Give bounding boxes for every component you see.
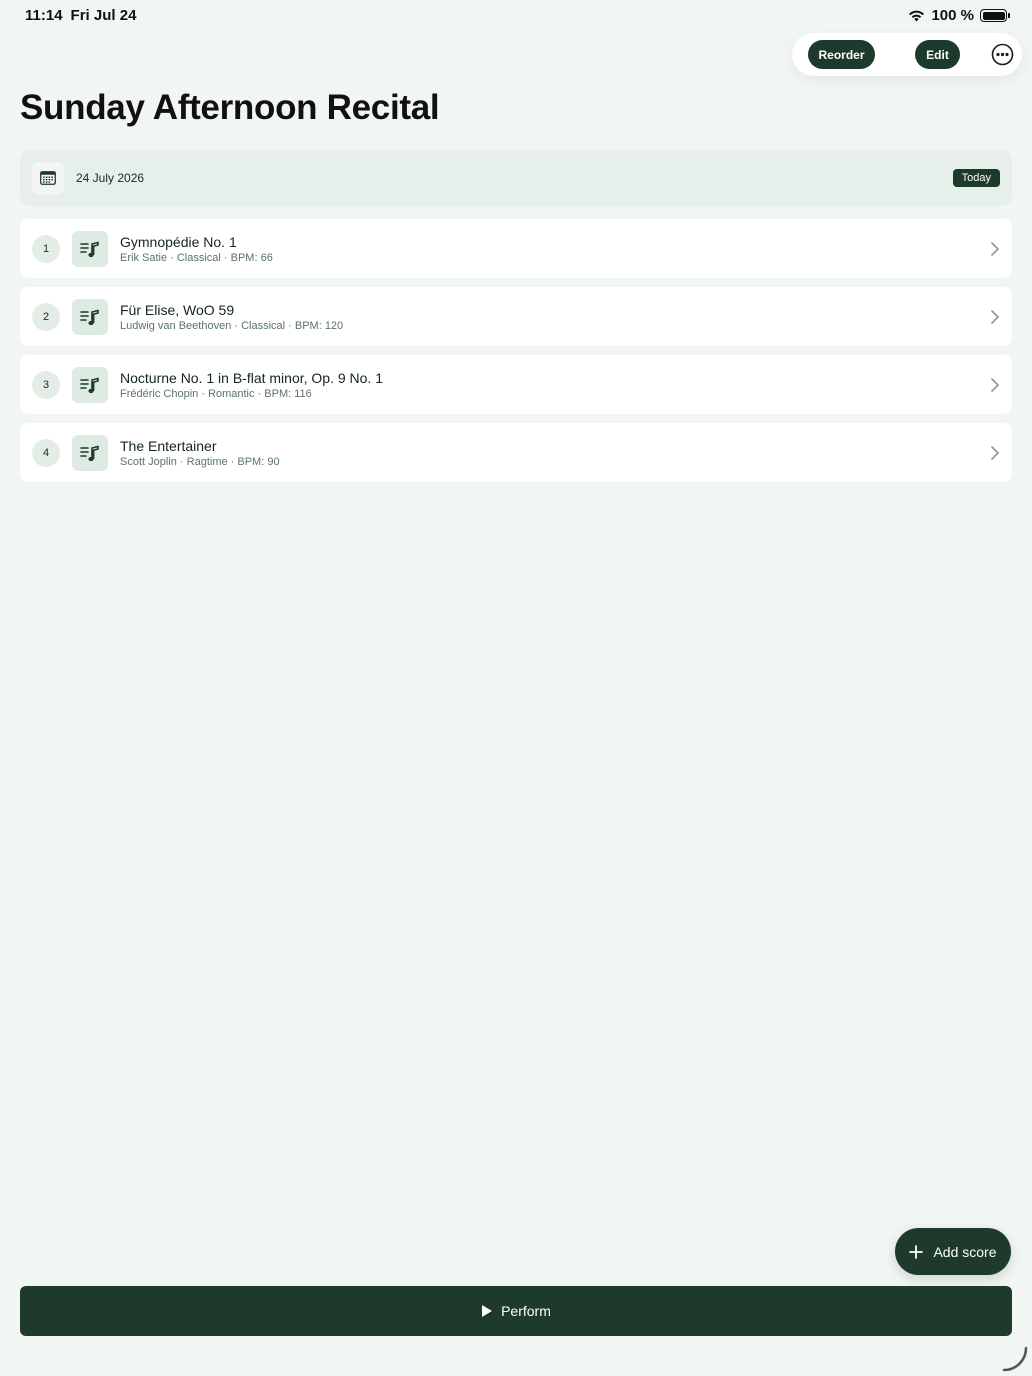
wifi-icon bbox=[909, 10, 925, 22]
score-title: Gymnopédie No. 1 bbox=[120, 234, 237, 250]
reorder-button[interactable]: Reorder bbox=[808, 40, 875, 69]
chevron-right-icon bbox=[991, 378, 999, 392]
row-number: 1 bbox=[32, 235, 60, 263]
date-icon-box bbox=[32, 162, 64, 194]
status-bar: 11:14 Fri Jul 24 100 % bbox=[0, 0, 1032, 32]
page-title: Sunday Afternoon Recital bbox=[20, 88, 440, 127]
calendar-icon bbox=[40, 171, 56, 185]
chevron-right-icon bbox=[991, 242, 999, 256]
plus-icon bbox=[909, 1244, 924, 1259]
score-subtitle: Scott Joplin · Ragtime · BPM: 90 bbox=[120, 456, 280, 468]
score-subtitle: Frédéric Chopin · Romantic · BPM: 116 bbox=[120, 388, 312, 400]
status-indicators: 100 % bbox=[908, 7, 1010, 24]
status-clock: 11:14 bbox=[25, 7, 63, 24]
score-title: Für Elise, WoO 59 bbox=[120, 302, 235, 318]
perform-button[interactable]: Perform bbox=[20, 1286, 1012, 1336]
ellipsis-circle-icon[interactable] bbox=[991, 43, 1014, 66]
sheet-music-icon bbox=[80, 309, 99, 326]
row-number: 3 bbox=[32, 371, 60, 399]
sheet-music-icon-box bbox=[72, 299, 108, 335]
add-score-label: Add score bbox=[933, 1243, 997, 1260]
score-row[interactable]: 1 Gymnopédie No. 1 Erik Satie · Classica… bbox=[20, 219, 1012, 278]
score-subtitle: Ludwig van Beethoven · Classical · BPM: … bbox=[120, 320, 344, 332]
score-subtitle: Erik Satie · Classical · BPM: 66 bbox=[120, 252, 273, 264]
score-row[interactable]: 2 Für Elise, WoO 59 Ludwig van Beethoven… bbox=[20, 287, 1012, 346]
add-score-button[interactable]: Add score bbox=[895, 1228, 1011, 1275]
perform-label: Perform bbox=[501, 1303, 551, 1319]
sheet-music-icon bbox=[80, 241, 99, 258]
play-icon bbox=[482, 1305, 493, 1317]
score-title: Nocturne No. 1 in B-flat minor, Op. 9 No… bbox=[120, 370, 384, 386]
row-number: 4 bbox=[32, 439, 60, 467]
score-title: The Entertainer bbox=[120, 438, 217, 454]
sheet-music-icon-box bbox=[72, 367, 108, 403]
battery-icon bbox=[980, 9, 1010, 22]
row-number: 2 bbox=[32, 303, 60, 331]
today-badge: Today bbox=[952, 169, 1000, 187]
chevron-right-icon bbox=[991, 310, 999, 324]
date-label: 24 July 2026 bbox=[76, 171, 145, 185]
score-row[interactable]: 3 Nocturne No. 1 in B-flat minor, Op. 9 … bbox=[20, 355, 1012, 414]
sheet-music-icon-box bbox=[72, 231, 108, 267]
status-time: 11:14 Fri Jul 24 bbox=[25, 7, 136, 24]
edit-button[interactable]: Edit bbox=[915, 40, 960, 69]
sheet-music-icon bbox=[80, 445, 99, 462]
date-card[interactable]: 24 July 2026 Today bbox=[20, 150, 1012, 206]
sheet-music-icon bbox=[80, 377, 99, 394]
top-toolbar: Reorder Edit bbox=[792, 33, 1022, 76]
resize-grip-icon[interactable] bbox=[1002, 1346, 1028, 1372]
battery-percent: 100 % bbox=[931, 7, 974, 24]
chevron-right-icon bbox=[991, 446, 999, 460]
setlist-page: 11:14 Fri Jul 24 100 % Reorder Edit Sunda… bbox=[0, 0, 1032, 1376]
score-row[interactable]: 4 The Entertainer Scott Joplin · Ragtime… bbox=[20, 423, 1012, 482]
status-date: Fri Jul 24 bbox=[70, 7, 137, 24]
sheet-music-icon-box bbox=[72, 435, 108, 471]
